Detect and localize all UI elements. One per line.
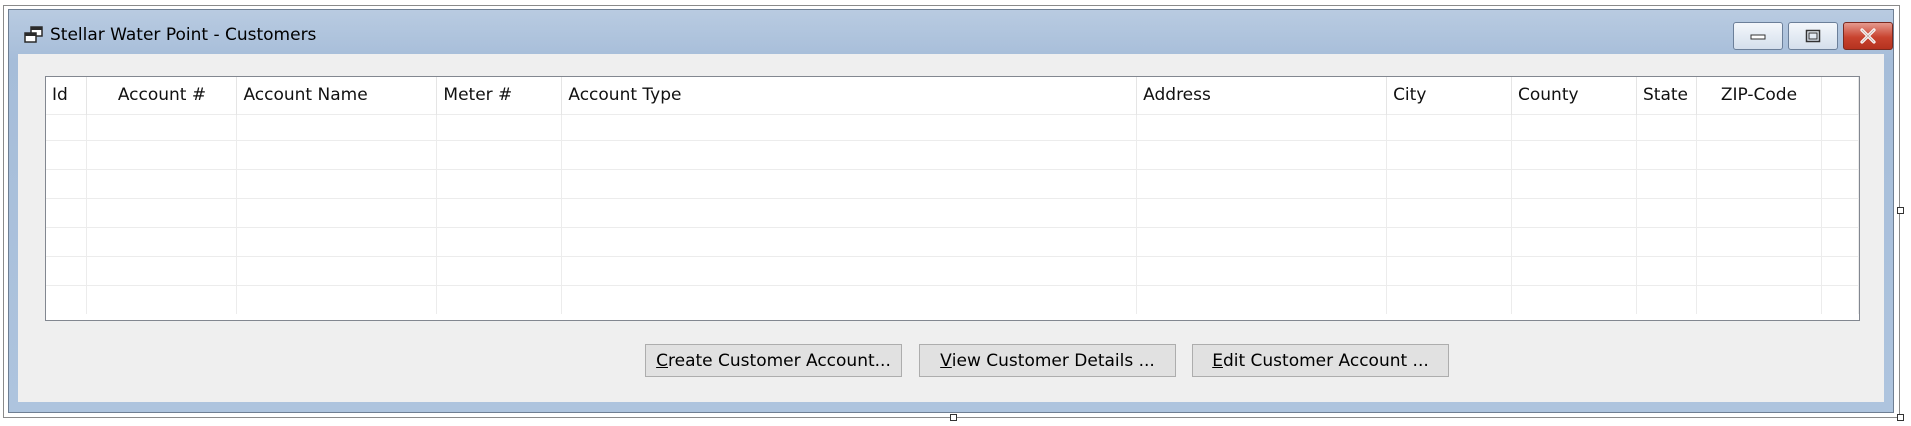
column-header-filler	[1821, 77, 1859, 114]
customers-table: Id Account # Account Name Meter # Accoun…	[46, 77, 1859, 314]
grid-header-row: Id Account # Account Name Meter # Accoun…	[46, 77, 1859, 114]
resize-handle-corner[interactable]	[1897, 414, 1904, 421]
column-header-account-number[interactable]: Account #	[86, 77, 238, 114]
table-row	[46, 226, 1859, 256]
title-bar[interactable]: Stellar Water Point - Customers	[9, 10, 1893, 55]
client-area: Id Account # Account Name Meter # Accoun…	[18, 54, 1884, 402]
maximize-icon	[1805, 29, 1821, 43]
column-header-address[interactable]: Address	[1136, 77, 1388, 114]
table-row	[46, 255, 1859, 285]
close-button[interactable]	[1843, 22, 1893, 50]
window-title: Stellar Water Point - Customers	[50, 25, 317, 45]
minimize-icon	[1750, 34, 1766, 40]
table-row	[46, 113, 1859, 140]
button-bar: Create Customer Account... View Customer…	[18, 344, 1884, 377]
edit-mnemonic: E	[1212, 350, 1223, 371]
view-mnemonic: V	[940, 350, 952, 371]
table-row	[46, 168, 1859, 198]
column-header-zip-code[interactable]: ZIP-Code	[1696, 77, 1822, 114]
column-header-state[interactable]: State	[1636, 77, 1697, 114]
customers-grid[interactable]: Id Account # Account Name Meter # Accoun…	[45, 76, 1860, 321]
table-row	[46, 284, 1859, 314]
column-header-account-type[interactable]: Account Type	[561, 77, 1138, 114]
create-label: reate Customer Account...	[668, 350, 891, 371]
maximize-button[interactable]	[1788, 22, 1838, 50]
minimize-button[interactable]	[1733, 22, 1783, 50]
column-header-county[interactable]: County	[1511, 77, 1637, 114]
column-header-city[interactable]: City	[1386, 77, 1513, 114]
table-row	[46, 139, 1859, 169]
column-header-id[interactable]: Id	[46, 77, 88, 114]
form-icon	[24, 26, 43, 43]
column-header-account-name[interactable]: Account Name	[236, 77, 438, 114]
close-icon	[1860, 28, 1876, 44]
customers-window: Stellar Water Point - Customers Id Accou…	[8, 9, 1894, 413]
edit-customer-account-button[interactable]: Edit Customer Account ...	[1192, 344, 1449, 377]
view-label: iew Customer Details ...	[951, 350, 1155, 371]
resize-handle-right[interactable]	[1897, 207, 1904, 214]
column-header-meter-number[interactable]: Meter #	[436, 77, 563, 114]
table-row	[46, 197, 1859, 227]
edit-label: dit Customer Account ...	[1222, 350, 1429, 371]
view-customer-details-button[interactable]: View Customer Details ...	[919, 344, 1176, 377]
grid-body	[46, 113, 1859, 314]
create-customer-account-button[interactable]: Create Customer Account...	[645, 344, 902, 377]
resize-handle-bottom[interactable]	[950, 414, 957, 421]
create-mnemonic: C	[656, 350, 668, 371]
